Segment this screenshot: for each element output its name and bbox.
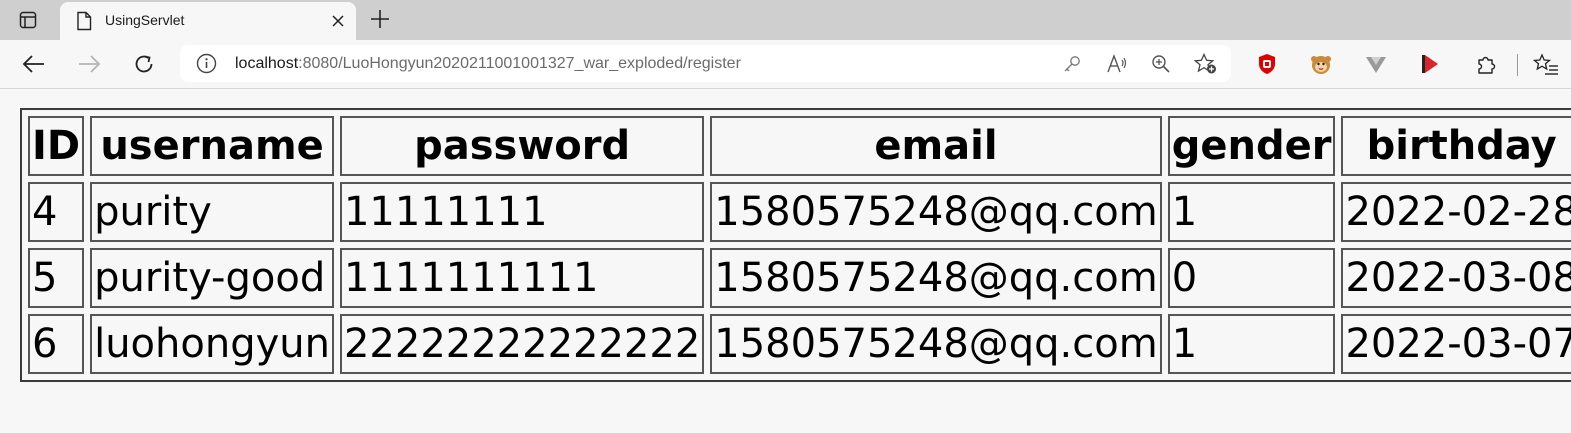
url-path: :8080/LuoHongyun2020211001001327_war_exp… [298, 55, 741, 72]
cell-id: 5 [28, 248, 85, 308]
close-tab-icon[interactable] [324, 7, 352, 35]
column-header-username: username [90, 116, 334, 176]
cell-email: 1580575248@qq.com [710, 182, 1162, 242]
cell-username: purity [90, 182, 334, 242]
column-header-id: ID [28, 116, 85, 176]
column-header-gender: gender [1167, 116, 1336, 176]
password-key-icon[interactable] [1059, 51, 1085, 77]
refresh-icon [135, 55, 153, 73]
cell-password: 1111111111 [339, 248, 705, 308]
tab-actions-icon [19, 11, 37, 29]
cell-gender: 1 [1167, 182, 1336, 242]
refresh-button[interactable] [128, 48, 160, 80]
vue-devtools-extension-icon[interactable] [1360, 48, 1392, 80]
table-header-row: ID username password email gender birthd… [28, 116, 1571, 176]
column-header-email: email [710, 116, 1162, 176]
add-favorite-icon[interactable] [1193, 51, 1219, 77]
extensions-puzzle-icon[interactable] [1470, 48, 1502, 80]
tampermonkey-extension-icon[interactable] [1305, 48, 1337, 80]
read-aloud-icon[interactable] [1104, 51, 1130, 77]
cell-username: purity-good [90, 248, 334, 308]
tab-title: UsingServlet [105, 12, 185, 28]
address-bar[interactable]: localhost:8080/LuoHongyun202021100100132… [180, 45, 1231, 82]
back-arrow-icon [22, 55, 44, 73]
plus-icon [371, 10, 389, 28]
favorites-list-icon [1533, 53, 1558, 75]
media-extension-icon[interactable] [1414, 48, 1446, 80]
browser-toolbar: localhost:8080/LuoHongyun202021100100132… [0, 40, 1571, 89]
cell-password: 22222222222222 [339, 314, 705, 374]
table-row: 5 purity-good 1111111111 1580575248@qq.c… [28, 248, 1571, 308]
new-tab-button[interactable] [366, 5, 394, 33]
users-table: ID username password email gender birthd… [20, 108, 1571, 382]
cell-email: 1580575248@qq.com [710, 314, 1162, 374]
cell-id: 6 [28, 314, 85, 374]
column-header-password: password [339, 116, 705, 176]
page-content: ID username password email gender birthd… [20, 108, 1571, 382]
cell-password: 11111111 [339, 182, 705, 242]
page-icon [76, 11, 92, 35]
zoom-icon[interactable] [1148, 51, 1174, 77]
toolbar-divider [1517, 54, 1518, 76]
forward-arrow-icon [79, 55, 101, 73]
favorites-button[interactable] [1530, 48, 1562, 80]
cell-birthday: 2022-03-08 [1341, 248, 1571, 308]
cell-gender: 1 [1167, 314, 1336, 374]
url-host: localhost [235, 55, 299, 72]
table-row: 4 purity 11111111 1580575248@qq.com 1 20… [28, 182, 1571, 242]
cell-username: luohongyun [90, 314, 334, 374]
cell-birthday: 2022-03-07 [1341, 314, 1571, 374]
cell-email: 1580575248@qq.com [710, 248, 1162, 308]
forward-button[interactable] [73, 48, 105, 80]
cell-gender: 0 [1167, 248, 1336, 308]
site-info-icon[interactable] [196, 53, 217, 78]
url-text[interactable]: localhost:8080/LuoHongyun202021100100132… [235, 55, 741, 73]
table-row: 6 luohongyun 22222222222222 1580575248@q… [28, 314, 1571, 374]
ublock-extension-icon[interactable] [1251, 48, 1283, 80]
cell-birthday: 2022-02-28 [1341, 182, 1571, 242]
tab-strip: UsingServlet [0, 0, 1571, 40]
browser-tab[interactable]: UsingServlet [60, 2, 356, 40]
tab-actions-button[interactable] [6, 4, 50, 36]
column-header-birthday: birthday [1341, 116, 1571, 176]
cell-id: 4 [28, 182, 85, 242]
back-button[interactable] [18, 48, 50, 80]
